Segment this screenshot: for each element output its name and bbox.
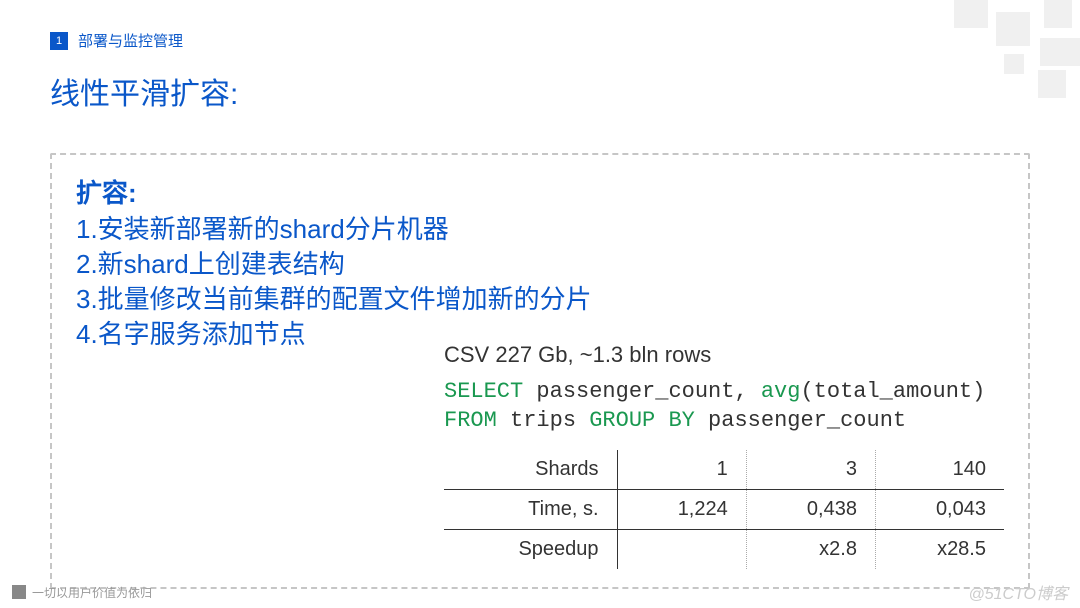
row-label: Time, s. <box>444 489 617 529</box>
sql-keyword-avg: avg <box>761 379 801 404</box>
benchmark-panel: CSV 227 Gb, ~1.3 bln rows SELECT passeng… <box>444 342 1004 568</box>
sql-text: trips <box>497 408 589 433</box>
box-heading: 扩容: <box>76 173 1004 210</box>
cell: x28.5 <box>875 529 1004 569</box>
cell: 0,438 <box>746 489 875 529</box>
table-row: Speedup x2.8 x28.5 <box>444 529 1004 569</box>
cell: 0,043 <box>875 489 1004 529</box>
cell <box>617 529 746 569</box>
watermark: @51CTO博客 <box>968 580 1068 604</box>
step-2: 2.新shard上创建表结构 <box>76 247 1004 282</box>
section-number-badge: 1 <box>50 32 68 50</box>
th-140: 140 <box>875 450 1004 490</box>
footer-left: 一切以用户价值为依归 <box>12 584 152 601</box>
sql-text: passenger_count, <box>523 379 761 404</box>
breadcrumb: 部署与监控管理 <box>78 30 183 51</box>
th-1: 1 <box>617 450 746 490</box>
page-title: 线性平滑扩容: <box>50 69 1030 113</box>
th-3: 3 <box>746 450 875 490</box>
sql-keyword-from: FROM <box>444 408 497 433</box>
sql-keyword-groupby: GROUP BY <box>589 408 695 433</box>
steps-list: 1.安装新部署新的shard分片机器 2.新shard上创建表结构 3.批量修改… <box>76 212 1004 352</box>
slide: 1 部署与监控管理 线性平滑扩容: 扩容: 1.安装新部署新的shard分片机器… <box>0 0 1080 608</box>
step-3: 3.批量修改当前集群的配置文件增加新的分片 <box>76 282 1004 317</box>
th-shards: Shards <box>444 450 617 490</box>
slide-header: 1 部署与监控管理 <box>50 30 1030 51</box>
sql-keyword-select: SELECT <box>444 379 523 404</box>
table-row: Time, s. 1,224 0,438 0,043 <box>444 489 1004 529</box>
dataset-note: CSV 227 Gb, ~1.3 bln rows <box>444 342 1004 368</box>
footer-tagline: 一切以用户价值为依归 <box>32 584 152 601</box>
sql-text: (total_amount) <box>800 379 985 404</box>
cell: 1,224 <box>617 489 746 529</box>
step-1: 1.安装新部署新的shard分片机器 <box>76 212 1004 247</box>
sql-query: SELECT passenger_count, avg(total_amount… <box>444 378 1004 435</box>
content-box: 扩容: 1.安装新部署新的shard分片机器 2.新shard上创建表结构 3.… <box>50 153 1030 589</box>
sql-text: passenger_count <box>695 408 906 433</box>
footer: 一切以用户价值为依归 @51CTO博客 <box>0 576 1080 608</box>
cell: x2.8 <box>746 529 875 569</box>
table-row: Shards 1 3 140 <box>444 450 1004 490</box>
footer-logo-icon <box>12 585 26 599</box>
row-label: Speedup <box>444 529 617 569</box>
benchmark-table: Shards 1 3 140 Time, s. 1,224 0,438 0,04… <box>444 450 1004 569</box>
